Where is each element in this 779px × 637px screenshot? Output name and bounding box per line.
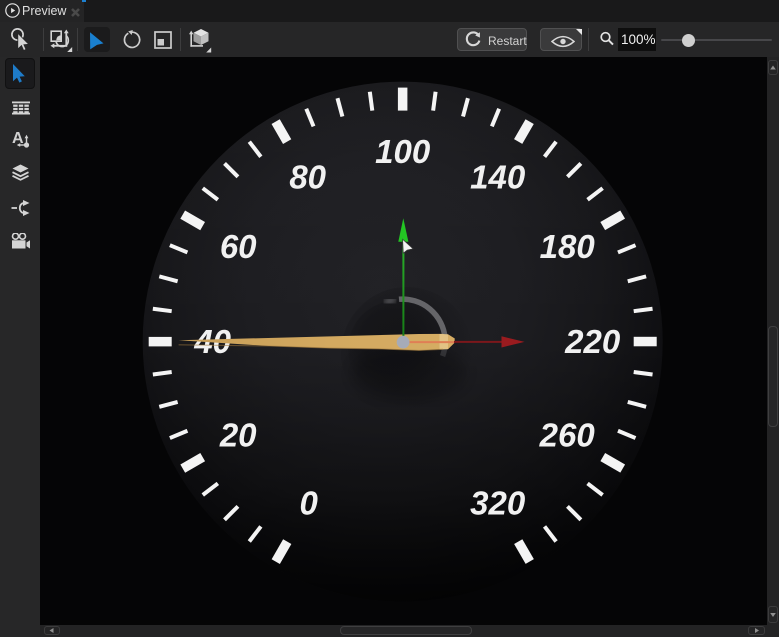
svg-text:140: 140 xyxy=(470,159,526,196)
svg-text:320: 320 xyxy=(470,485,526,522)
svg-text:20: 20 xyxy=(219,417,257,454)
svg-text:100: 100 xyxy=(375,133,431,170)
svg-text:260: 260 xyxy=(539,417,596,454)
svg-text:0: 0 xyxy=(300,485,319,522)
svg-text:220: 220 xyxy=(564,323,621,360)
svg-text:60: 60 xyxy=(220,228,257,265)
svg-text:180: 180 xyxy=(540,228,596,265)
svg-text:80: 80 xyxy=(289,159,326,196)
